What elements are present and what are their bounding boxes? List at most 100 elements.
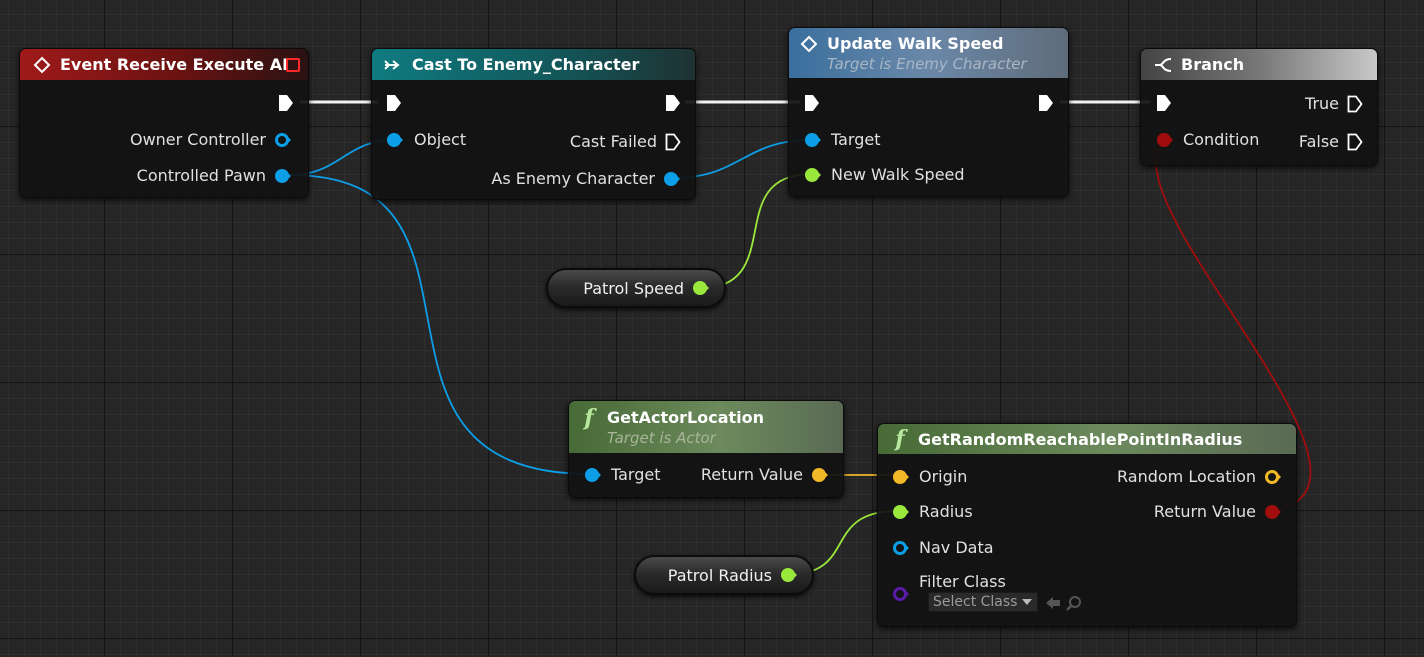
browse-search-icon[interactable] (1066, 595, 1082, 611)
node-title: Update Walk Speed (827, 34, 1004, 53)
pin-label: Radius (919, 502, 973, 521)
controlled-pawn-pin[interactable]: Controlled Pawn (137, 166, 292, 185)
pin-label: Object (414, 130, 467, 149)
pin-label: New Walk Speed (831, 165, 965, 184)
pin-label: Target (611, 465, 661, 484)
exec-pin-hollow-icon (1347, 133, 1363, 150)
new-walk-speed-pin[interactable]: New Walk Speed (804, 165, 965, 184)
bool-pin-icon (1265, 504, 1281, 519)
nav-data-pin[interactable]: Nav Data (892, 538, 994, 557)
exec-pin-hollow-icon (1347, 95, 1363, 112)
patrol-radius-variable-node[interactable]: Patrol Radius (634, 555, 814, 595)
event-diamond-icon (32, 55, 52, 75)
update-walk-speed-node[interactable]: Update Walk Speed Target is Enemy Charac… (788, 27, 1069, 197)
node-header[interactable]: f GetRandomReachablePointInRadius (878, 424, 1296, 454)
exec-out-pin[interactable] (1038, 94, 1054, 112)
target-input-pin[interactable]: Target (804, 130, 881, 149)
node-header[interactable]: Event Receive Execute AI (20, 49, 308, 80)
pin-label: Filter Class (919, 572, 1006, 591)
radius-pin[interactable]: Radius (892, 502, 973, 521)
function-icon: f (584, 404, 594, 431)
event-receive-execute-ai-node[interactable]: Event Receive Execute AI Owner Controlle… (19, 48, 309, 198)
node-title: GetRandomReachablePointInRadius (918, 429, 1243, 449)
pin-label: As Enemy Character (491, 169, 655, 188)
exec-pin-icon (387, 95, 401, 111)
exec-out-pin[interactable] (278, 94, 294, 112)
get-actor-location-node[interactable]: f GetActorLocation Target is Actor Targe… (568, 400, 844, 498)
object-input-pin[interactable]: Object (386, 130, 466, 149)
condition-pin[interactable]: Condition (1156, 130, 1259, 149)
node-subtitle: Target is Actor (607, 428, 716, 447)
exec-pin-icon (279, 95, 293, 111)
true-exec-pin[interactable]: True (1305, 94, 1363, 113)
object-pin-filled-icon (664, 171, 680, 186)
pin-label: Return Value (1153, 502, 1256, 521)
exec-in-pin[interactable] (1156, 94, 1172, 112)
node-title: Branch (1181, 55, 1245, 74)
float-pin-icon[interactable] (780, 567, 798, 583)
cast-to-enemy-character-node[interactable]: Cast To Enemy_Character Object Cast Fail… (371, 48, 696, 200)
return-value-pin[interactable]: Return Value (701, 465, 829, 484)
node-header[interactable]: Branch (1141, 49, 1377, 80)
exec-in-pin[interactable] (804, 94, 820, 112)
object-pin-hollow-icon (893, 540, 909, 555)
exec-pin-hollow-icon (665, 133, 681, 150)
float-pin-icon (805, 167, 821, 182)
node-header[interactable]: Cast To Enemy_Character (372, 49, 695, 80)
exec-in-pin[interactable] (386, 94, 402, 112)
branch-icon (1153, 55, 1173, 75)
exec-pin-icon (805, 95, 819, 111)
object-pin-filled-icon (585, 467, 601, 482)
filter-class-pin[interactable] (892, 586, 910, 602)
object-pin-filled-icon (275, 168, 291, 183)
branch-node[interactable]: Branch True Condition False (1140, 48, 1378, 166)
chevron-down-icon (1022, 599, 1033, 605)
pin-label: Owner Controller (129, 130, 266, 149)
pin-label: Random Location (1117, 467, 1256, 486)
return-value-pin[interactable]: Return Value (1154, 502, 1282, 521)
false-exec-pin[interactable]: False (1299, 132, 1363, 151)
exec-pin-icon (666, 95, 680, 111)
cast-failed-pin[interactable]: Cast Failed (570, 132, 681, 151)
float-pin-icon[interactable] (692, 280, 710, 296)
pin-label: Nav Data (919, 538, 994, 557)
node-title: Cast To Enemy_Character (412, 55, 640, 74)
object-pin-hollow-icon (275, 132, 291, 147)
exec-pin-icon (1157, 95, 1171, 111)
node-title: Event Receive Execute AI (60, 55, 289, 74)
target-input-pin[interactable]: Target (584, 465, 661, 484)
pin-label: False (1298, 132, 1339, 151)
use-selected-arrow-icon[interactable] (1044, 595, 1062, 611)
object-pin-filled-icon (387, 132, 403, 147)
patrol-speed-variable-node[interactable]: Patrol Speed (546, 268, 726, 308)
exec-out-pin[interactable] (665, 94, 681, 112)
pin-label: Condition (1183, 130, 1260, 149)
vector-pin-hollow-icon (1265, 469, 1281, 484)
as-enemy-character-pin[interactable]: As Enemy Character (491, 169, 681, 188)
class-pin-icon (893, 587, 909, 601)
cast-arrow-icon (384, 55, 404, 75)
float-pin-icon (893, 504, 909, 519)
owner-controller-pin[interactable]: Owner Controller (130, 130, 292, 149)
pin-label: Return Value (700, 465, 803, 484)
bool-pin-icon (1157, 132, 1173, 147)
pin-label: Target (831, 130, 881, 149)
variable-label: Patrol Radius (667, 565, 772, 585)
random-location-pin[interactable]: Random Location (1117, 467, 1282, 486)
get-random-reachable-point-node[interactable]: f GetRandomReachablePointInRadius Origin… (877, 423, 1297, 627)
function-icon: f (895, 426, 905, 452)
origin-pin[interactable]: Origin (892, 467, 967, 486)
select-class-dropdown[interactable]: Select Class (928, 592, 1039, 612)
vector-pin-icon (812, 467, 828, 482)
object-pin-filled-icon (805, 132, 821, 147)
function-diamond-icon (799, 34, 819, 54)
node-header[interactable]: f GetActorLocation Target is Actor (569, 401, 843, 453)
node-title: GetActorLocation (607, 408, 765, 427)
object-wire-pawn-to-getactorlocation[interactable] (289, 174, 591, 475)
variable-label: Patrol Speed (583, 278, 684, 298)
node-header[interactable]: Update Walk Speed Target is Enemy Charac… (789, 28, 1068, 78)
vector-pin-icon (893, 469, 909, 484)
delegate-pin-icon[interactable] (286, 58, 300, 72)
pin-label: Cast Failed (569, 132, 657, 151)
select-class-label: Select Class (933, 594, 1018, 610)
